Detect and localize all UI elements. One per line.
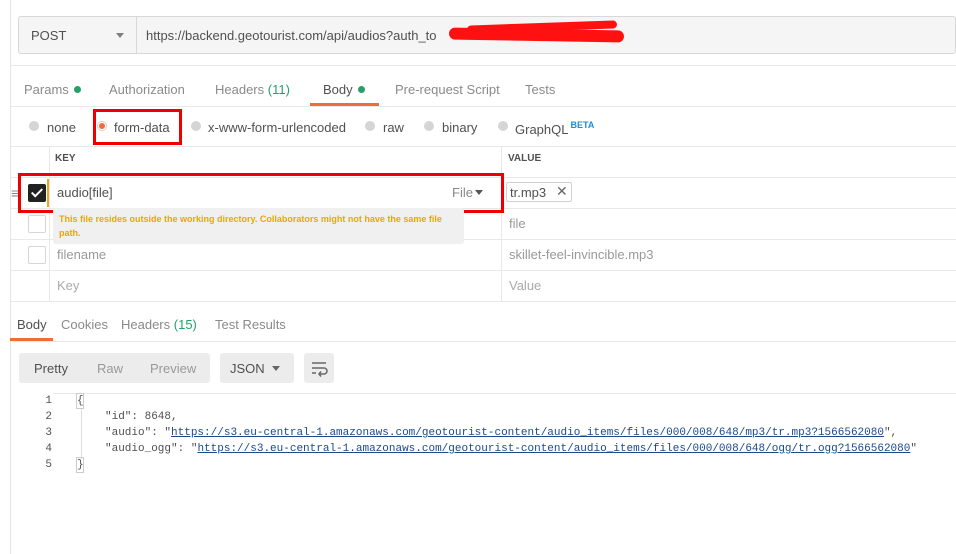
json-close-brace: } bbox=[77, 459, 84, 471]
tab-pre-request-script[interactable]: Pre-request Script bbox=[395, 82, 500, 97]
radio-graphql[interactable] bbox=[498, 121, 508, 131]
file-path-warning-tooltip: This file resides outside the working di… bbox=[53, 208, 464, 244]
file-name: tr.mp3 bbox=[510, 185, 547, 200]
new-value-input[interactable]: Value bbox=[509, 278, 541, 293]
line-number: 3 bbox=[45, 427, 52, 439]
line-number: 1 bbox=[45, 395, 52, 407]
method-select[interactable]: POST bbox=[19, 17, 137, 53]
radio-binary[interactable] bbox=[424, 121, 434, 131]
row-divider bbox=[10, 270, 956, 271]
format-select[interactable]: JSON bbox=[220, 353, 294, 383]
body-dot bbox=[357, 86, 365, 93]
radio-none-label[interactable]: none bbox=[47, 120, 76, 135]
chevron-down-icon bbox=[116, 33, 124, 38]
preview-button[interactable]: Preview bbox=[150, 361, 196, 376]
json-open-brace: { bbox=[77, 395, 84, 407]
row-checkbox[interactable] bbox=[28, 215, 46, 233]
divider bbox=[10, 106, 956, 107]
radio-binary-label[interactable]: binary bbox=[442, 120, 477, 135]
row-checkbox[interactable] bbox=[28, 246, 46, 264]
radio-graphql-label[interactable]: GraphQL BETA bbox=[515, 120, 594, 137]
divider bbox=[10, 341, 956, 342]
divider bbox=[10, 65, 956, 66]
params-dot bbox=[73, 86, 81, 93]
wrap-lines-icon bbox=[312, 362, 328, 377]
left-panel-border bbox=[10, 0, 11, 554]
close-icon[interactable]: ✕ bbox=[556, 183, 568, 200]
row-divider bbox=[10, 301, 956, 302]
highlight-file-row bbox=[18, 173, 504, 213]
column-divider bbox=[501, 146, 502, 302]
pretty-button[interactable]: Pretty bbox=[34, 361, 68, 376]
tab-authorization[interactable]: Authorization bbox=[109, 82, 185, 97]
wrap-lines-button[interactable] bbox=[304, 353, 334, 383]
radio-raw-label[interactable]: raw bbox=[383, 120, 404, 135]
radio-none[interactable] bbox=[29, 121, 39, 131]
new-key-input[interactable]: Key bbox=[57, 278, 79, 293]
url-input[interactable]: https://backend.geotourist.com/api/audio… bbox=[146, 28, 437, 43]
radio-urlencoded[interactable] bbox=[191, 121, 201, 131]
raw-button[interactable]: Raw bbox=[97, 361, 123, 376]
tab-tests[interactable]: Tests bbox=[525, 82, 555, 97]
request-url-bar: POST https://backend.geotourist.com/api/… bbox=[18, 16, 956, 54]
line-number: 4 bbox=[45, 443, 52, 455]
highlight-form-data bbox=[93, 109, 182, 145]
file-chip[interactable]: tr.mp3 ✕ bbox=[506, 182, 572, 202]
key-column-header: KEY bbox=[55, 153, 76, 164]
view-mode-group: Pretty Raw Preview bbox=[19, 353, 210, 383]
row-value[interactable]: file bbox=[509, 216, 526, 231]
chevron-down-icon bbox=[272, 366, 280, 371]
value-column-header: VALUE bbox=[508, 153, 542, 164]
line-number: 2 bbox=[45, 411, 52, 423]
tab-body[interactable]: Body bbox=[323, 82, 365, 97]
radio-urlencoded-label[interactable]: x-www-form-urlencoded bbox=[208, 120, 346, 135]
row-value[interactable]: skillet-feel-invincible.mp3 bbox=[509, 247, 654, 262]
tab-params[interactable]: Params bbox=[24, 82, 81, 97]
method-label: POST bbox=[31, 28, 67, 43]
format-label: JSON bbox=[230, 361, 265, 376]
json-line-audio: "audio": "https://s3.eu-central-1.amazon… bbox=[105, 427, 898, 439]
resp-tab-headers[interactable]: Headers (15) bbox=[121, 317, 197, 332]
line-number: 5 bbox=[45, 459, 52, 471]
json-line-audio-ogg: "audio_ogg": "https://s3.eu-central-1.am… bbox=[105, 443, 917, 455]
json-line-id: "id": 8648, bbox=[105, 411, 178, 423]
beta-badge: BETA bbox=[570, 120, 595, 130]
table-top-border bbox=[10, 146, 956, 147]
column-divider bbox=[49, 146, 50, 302]
resp-tab-cookies[interactable]: Cookies bbox=[61, 317, 108, 332]
row-key[interactable]: filename bbox=[57, 247, 106, 262]
tab-headers[interactable]: Headers (11) bbox=[215, 82, 290, 97]
resp-tab-body[interactable]: Body bbox=[17, 317, 47, 332]
audio-url-link[interactable]: https://s3.eu-central-1.amazonaws.com/ge… bbox=[171, 427, 884, 439]
radio-raw[interactable] bbox=[365, 121, 375, 131]
code-top-border bbox=[53, 393, 956, 394]
resp-tab-test-results[interactable]: Test Results bbox=[215, 317, 286, 332]
audio-ogg-url-link[interactable]: https://s3.eu-central-1.amazonaws.com/ge… bbox=[197, 443, 910, 455]
indent-guide bbox=[81, 409, 82, 459]
